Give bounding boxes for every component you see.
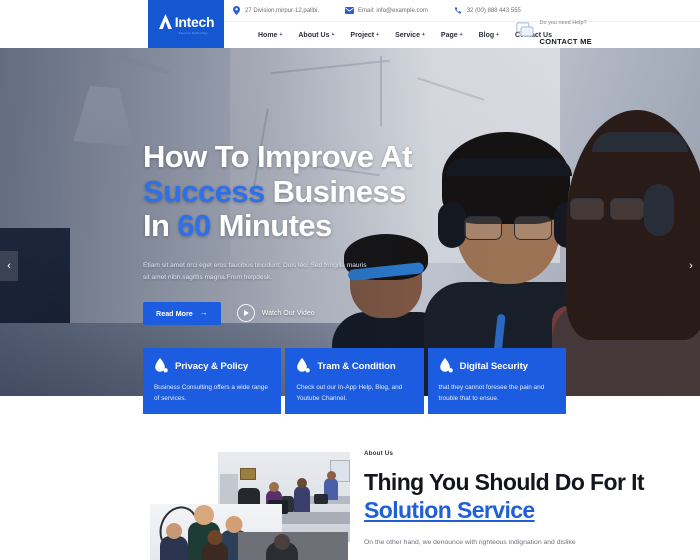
watch-video-label: Watch Our Video xyxy=(261,309,315,317)
location-pin-icon xyxy=(232,6,241,15)
chevron-plus-icon: + xyxy=(279,32,283,38)
nav-item-blog[interactable]: Blog + xyxy=(471,32,507,39)
topbar-address: 27 Division,mirpur-12,pallbi. xyxy=(232,6,345,15)
watch-video-button[interactable]: Watch Our Video xyxy=(236,304,315,323)
nav-item-about-us[interactable]: About Us + xyxy=(290,32,342,39)
nav-item-project[interactable]: Project + xyxy=(342,32,387,39)
about-heading: Thing You Should Do For It Solution Serv… xyxy=(364,468,664,524)
hero-heading-accent-60: 60 xyxy=(177,208,211,244)
hero-heading-line3-pre: In xyxy=(143,208,178,244)
site-header: Intech Solution Technology 27 Division,m… xyxy=(0,0,700,48)
feature-card-privacy-policy[interactable]: Privacy & Policy Business Consulting off… xyxy=(143,348,282,414)
feature-cards: Privacy & Policy Business Consulting off… xyxy=(143,348,566,414)
nav-item-about-us-label: About Us xyxy=(298,31,330,39)
main-nav: Home + About Us + Project + Service + Pa… xyxy=(224,22,700,48)
top-info-bar: 27 Division,mirpur-12,pallbi. Email: inf… xyxy=(224,0,700,22)
hero-content: How To Improve At Success Business In 60… xyxy=(143,139,563,325)
card-head: Tram & Condition xyxy=(296,358,412,374)
hero-heading-accent-success: Success xyxy=(143,173,265,209)
topbar-email[interactable]: Email: info@example.com xyxy=(345,6,454,15)
mail-icon xyxy=(345,6,355,15)
hero-heading-line2-rest: Business xyxy=(264,173,407,209)
phone-icon xyxy=(454,6,463,15)
hero-paragraph: Etiam sit amet orci eget eros faucibus t… xyxy=(143,262,367,282)
arrow-right-icon: → xyxy=(199,308,208,318)
feature-card-text: Check out our In-App Help, Blog, and You… xyxy=(296,384,403,403)
nav-item-service[interactable]: Service + xyxy=(387,32,433,39)
slider-prev-arrow-icon[interactable]: ‹ xyxy=(0,251,18,281)
topbar-phone-text: 32 (00) 888 443 555 xyxy=(466,7,521,14)
chevron-plus-icon: + xyxy=(331,32,335,38)
header-contact-me[interactable]: Do you need Help? CONTACT ME xyxy=(515,10,592,50)
hero-heading-line3-rest: Minutes xyxy=(210,208,333,244)
chevron-plus-icon: + xyxy=(376,32,380,38)
feature-card-digital-security[interactable]: Digital Security that they cannot forese… xyxy=(427,348,566,414)
feature-card-tram-condition[interactable]: Tram & Condition Check out our In-App He… xyxy=(285,348,424,414)
water-drop-icon xyxy=(296,358,311,374)
hero-heading-line1: How To Improve At xyxy=(143,139,412,174)
nav-item-home[interactable]: Home + xyxy=(250,32,290,39)
page-root: Intech Solution Technology 27 Division,m… xyxy=(0,0,700,560)
hero-slider: ‹ › How To Improve At Success Business I… xyxy=(0,48,700,396)
about-text: About Us Thing You Should Do For It Solu… xyxy=(364,450,664,549)
nav-item-home-label: Home xyxy=(258,31,278,39)
contact-me-action: CONTACT ME xyxy=(539,37,592,46)
nav-item-project-label: Project xyxy=(350,31,375,39)
feature-card-text: Business Consulting offers a wide range … xyxy=(154,384,268,403)
logo-text: Intech xyxy=(174,13,215,30)
about-section: About Us Thing You Should Do For It Solu… xyxy=(0,414,700,560)
header-right: 27 Division,mirpur-12,pallbi. Email: inf… xyxy=(224,0,700,48)
about-paragraph: On the other hand, we denounce with righ… xyxy=(364,539,576,547)
about-heading-link[interactable]: Solution Service xyxy=(364,497,535,523)
chevron-plus-icon: + xyxy=(459,32,463,38)
feature-card-text: that they cannot foresee the pain and tr… xyxy=(438,384,545,403)
water-drop-icon xyxy=(154,358,168,374)
read-more-button[interactable]: Read More → xyxy=(143,301,221,325)
hero-heading: How To Improve At Success Business In 60… xyxy=(143,139,563,244)
card-head: Digital Security xyxy=(439,358,555,374)
intech-logo-mark-icon xyxy=(158,13,173,30)
feature-card-title: Digital Security xyxy=(459,360,528,372)
about-heading-pre: Thing You Should Do For It xyxy=(364,469,645,495)
play-icon xyxy=(236,304,255,323)
nav-item-blog-label: Blog xyxy=(478,31,495,39)
feature-card-title: Tram & Condition xyxy=(317,360,396,372)
logo[interactable]: Intech Solution Technology xyxy=(148,0,224,48)
logo-inner: Intech xyxy=(158,13,215,30)
about-overlay-photo xyxy=(238,532,348,560)
about-label: About Us xyxy=(364,450,394,457)
chevron-plus-icon: + xyxy=(496,32,500,38)
topbar-email-text: Email: info@example.com xyxy=(358,7,428,14)
hero-actions: Read More → Watch Our Video xyxy=(143,301,563,325)
nav-item-page[interactable]: Page + xyxy=(433,32,471,39)
nav-item-page-label: Page xyxy=(440,31,458,39)
chevron-plus-icon: + xyxy=(421,32,425,38)
read-more-label: Read More xyxy=(156,308,193,318)
chat-bubble-icon xyxy=(515,22,534,38)
topbar-address-text: 27 Division,mirpur-12,pallbi. xyxy=(245,7,320,14)
card-head: Privacy & Policy xyxy=(154,358,270,374)
contact-me-question: Do you need Help? xyxy=(539,20,587,26)
contact-me-text: Do you need Help? CONTACT ME xyxy=(540,10,592,50)
logo-tagline: Solution Technology xyxy=(178,31,208,35)
slider-next-arrow-icon[interactable]: › xyxy=(682,251,700,281)
nav-item-service-label: Service xyxy=(395,31,420,39)
water-drop-icon xyxy=(439,358,453,374)
about-images xyxy=(150,452,350,560)
feature-card-title: Privacy & Policy xyxy=(175,360,249,372)
